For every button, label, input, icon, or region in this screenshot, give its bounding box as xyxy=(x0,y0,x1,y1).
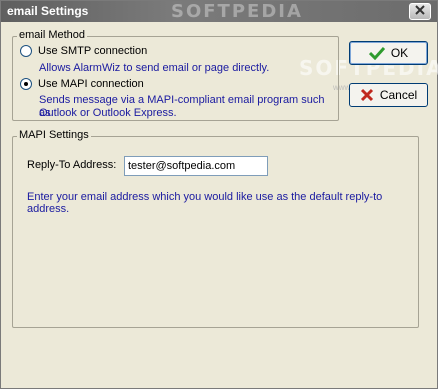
reply-to-address-input[interactable] xyxy=(124,156,268,176)
mapi-radio-option[interactable]: Use MAPI connection xyxy=(20,78,144,90)
mapi-description-line2: Outlook or Outlook Express. xyxy=(39,107,177,119)
mapi-settings-group: MAPI Settings Reply-To Address: Enter yo… xyxy=(12,129,419,328)
ok-label: OK xyxy=(390,46,409,60)
email-settings-window: email Settings SOFTPEDIA SOFTPEDIA www.s… xyxy=(0,0,438,389)
mapi-radio-button[interactable] xyxy=(20,78,32,90)
smtp-description: Allows AlarmWiz to send email or page di… xyxy=(39,62,270,74)
mapi-label[interactable]: Use MAPI connection xyxy=(38,78,144,90)
radio-selected-dot xyxy=(24,82,28,86)
x-icon xyxy=(360,88,374,102)
smtp-radio-option[interactable]: Use SMTP connection xyxy=(20,45,147,57)
close-button[interactable] xyxy=(409,3,431,20)
reply-to-hint: Enter your email address which you would… xyxy=(27,191,383,215)
email-method-legend: email Method xyxy=(17,29,88,41)
close-icon xyxy=(415,5,425,18)
ok-button[interactable]: OK xyxy=(349,41,428,65)
mapi-settings-legend: MAPI Settings xyxy=(17,129,91,141)
cancel-button[interactable]: Cancel xyxy=(349,83,428,107)
dialog-client-area: SOFTPEDIA www.softpedia.com email Method… xyxy=(3,23,438,387)
title-bar[interactable]: email Settings SOFTPEDIA xyxy=(1,1,437,22)
smtp-label[interactable]: Use SMTP connection xyxy=(38,45,147,57)
email-method-group: email Method Use SMTP connection Allows … xyxy=(12,29,339,121)
smtp-radio-button[interactable] xyxy=(20,45,32,57)
window-title: email Settings xyxy=(7,4,89,18)
cancel-label: Cancel xyxy=(379,88,418,102)
title-watermark: SOFTPEDIA xyxy=(171,1,303,22)
checkmark-icon xyxy=(368,46,385,60)
reply-to-label: Reply-To Address: xyxy=(27,159,117,171)
